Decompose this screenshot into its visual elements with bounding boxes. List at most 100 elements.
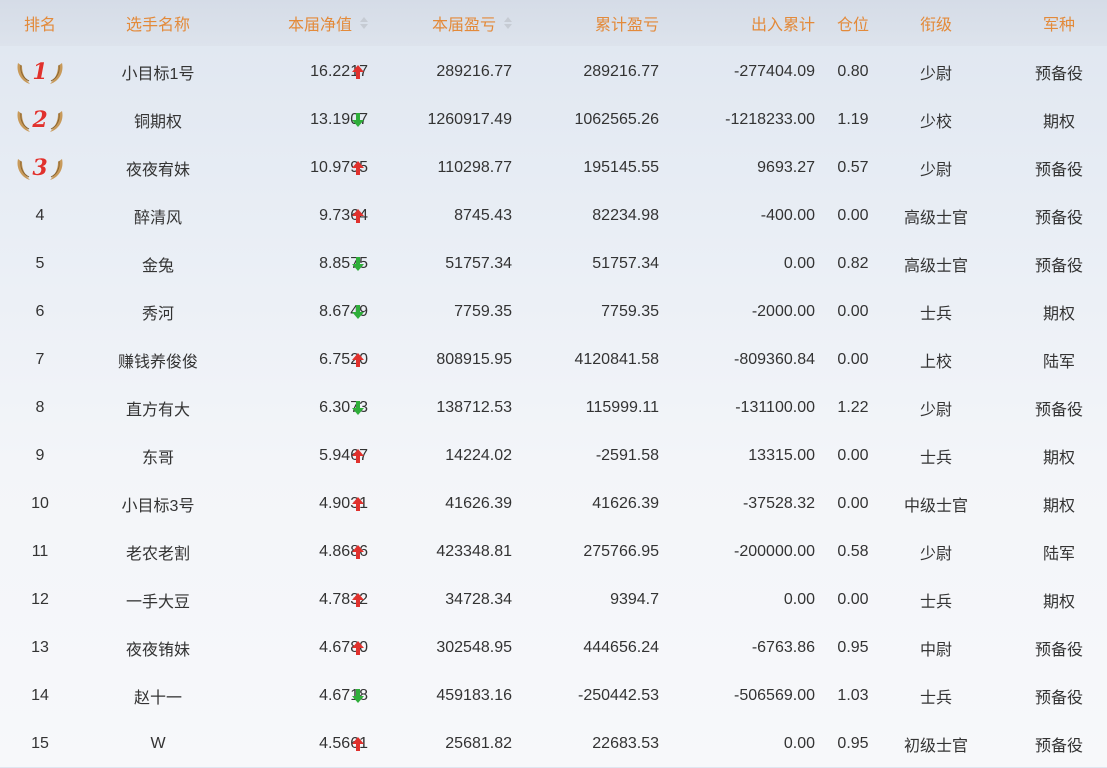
rank-cell: 12	[31, 591, 49, 608]
header-pnl[interactable]: 本届盈亏	[380, 0, 512, 46]
table-row[interactable]: 12 一手大豆 4.7832 34728.34 9394.7 0.00 0.00 士兵 期权	[0, 576, 1107, 624]
position-value: 0.00	[837, 351, 869, 368]
table-row[interactable]: 3 夜夜宥妹 10.9795 110298.77 195145.55 9693.27 0.5…	[0, 144, 1107, 192]
arrow-up-icon	[346, 432, 370, 480]
table-row[interactable]: 6 秀河 8.6749 7759.35 7759.35 -2000.00 0.00 士兵 期权	[0, 288, 1107, 336]
player-name[interactable]: 老农老割	[80, 528, 236, 576]
flow-value: 0.00	[783, 591, 815, 608]
header-pnl-label: 本届盈亏	[431, 17, 496, 34]
rank-cell: 3	[0, 144, 80, 192]
player-name[interactable]: 直方有大	[80, 384, 236, 432]
header-cumulative: 累计盈亏	[594, 17, 659, 34]
flow-value: 0.00	[783, 255, 815, 272]
pnl-value: 7759.35	[454, 303, 512, 320]
rank-title-value: 少尉	[919, 162, 952, 179]
position-value: 0.00	[837, 447, 869, 464]
flow-value: 13315.00	[748, 447, 815, 464]
player-name[interactable]: 秀河	[80, 288, 236, 336]
header-flow: 出入累计	[750, 17, 815, 34]
arm-value: 预备役	[1034, 210, 1083, 227]
rank-title-value: 初级士官	[903, 738, 968, 755]
arrow-up-icon	[346, 192, 370, 240]
arm-value: 预备役	[1034, 690, 1083, 707]
position-value: 0.00	[837, 207, 869, 224]
table-row[interactable]: 4 醉清风 9.7364 8745.43 82234.98 -400.00 0.00 高级士官…	[0, 192, 1107, 240]
rank-title-value: 士兵	[919, 594, 952, 611]
cumulative-value: 82234.98	[592, 207, 659, 224]
rank-cell: 14	[31, 687, 49, 704]
table-row[interactable]: 7 赚钱养俊俊 6.7520 808915.95 4120841.58 -809360.8…	[0, 336, 1107, 384]
arm-value: 预备役	[1034, 642, 1083, 659]
sort-icon[interactable]	[504, 17, 512, 29]
pnl-value: 302548.95	[436, 639, 512, 656]
pnl-value: 808915.95	[436, 351, 512, 368]
arrow-down-icon	[346, 288, 370, 336]
rank-cell: 13	[31, 639, 49, 656]
header-nav-label: 本届净值	[287, 17, 352, 34]
table-row[interactable]: 13 夜夜铕妹 4.6780 302548.95 444656.24 -6763.86 0.…	[0, 624, 1107, 672]
player-name[interactable]: 小目标1号	[80, 48, 236, 96]
rank-title-value: 高级士官	[903, 258, 968, 275]
cumulative-value: 7759.35	[601, 303, 659, 320]
pnl-value: 14224.02	[445, 447, 512, 464]
position-value: 0.00	[837, 303, 869, 320]
position-value: 1.19	[837, 111, 869, 128]
flow-value: -277404.09	[734, 63, 815, 80]
header-position: 仓位	[836, 17, 869, 34]
rank-cell: 10	[31, 495, 49, 512]
medal-icon: 1	[14, 57, 66, 87]
arm-value: 期权	[1042, 114, 1075, 131]
rank-cell: 15	[31, 735, 49, 752]
flow-value: 9693.27	[757, 159, 815, 176]
position-value: 0.95	[837, 639, 869, 656]
arrow-up-icon	[346, 528, 370, 576]
table-row[interactable]: 9 东哥 5.9467 14224.02 -2591.58 13315.00 0.00 士兵期…	[0, 432, 1107, 480]
player-name[interactable]: 醉清风	[80, 192, 236, 240]
position-value: 0.00	[837, 495, 869, 512]
medal-icon: 3	[14, 153, 66, 183]
arm-value: 预备役	[1034, 402, 1083, 419]
medal-rank-number: 2	[32, 107, 48, 133]
rank-title-value: 少尉	[919, 402, 952, 419]
sort-icon[interactable]	[360, 17, 368, 29]
player-name[interactable]: 东哥	[80, 432, 236, 480]
rank-title-value: 士兵	[919, 450, 952, 467]
table-row[interactable]: 2 铜期权 13.1907 1260917.49 1062565.26 -1218233.…	[0, 96, 1107, 144]
player-name[interactable]: 夜夜铕妹	[80, 624, 236, 672]
table-row[interactable]: 10 小目标3号 4.9031 41626.39 41626.39 -37528.32 0.…	[0, 480, 1107, 528]
rank-cell: 5	[35, 255, 45, 272]
player-name[interactable]: 赚钱养俊俊	[80, 336, 236, 384]
table-row[interactable]: 14 赵十一 4.6718 459183.16 -250442.53 -506569.00…	[0, 672, 1107, 720]
cumulative-value: -250442.53	[578, 687, 659, 704]
player-name[interactable]: 一手大豆	[80, 576, 236, 624]
header-nav[interactable]: 本届净值	[236, 0, 368, 46]
arrow-up-icon	[346, 336, 370, 384]
pnl-value: 8745.43	[454, 207, 512, 224]
arrow-up-icon	[346, 144, 370, 192]
arm-value: 陆军	[1042, 354, 1075, 371]
table-row[interactable]: 8 直方有大 6.3073 138712.53 115999.11 -131100.00 1…	[0, 384, 1107, 432]
rank-title-value: 少校	[919, 114, 952, 131]
player-name[interactable]: W	[80, 720, 236, 768]
table-row[interactable]: 15 W 4.5661 25681.82 22683.53 0.00 0.95 初级士官 预备役	[0, 720, 1107, 768]
table-row[interactable]: 1 小目标1号 16.2217 289216.77 289216.77 -277404.0…	[0, 48, 1107, 96]
arm-value: 预备役	[1034, 162, 1083, 179]
player-name[interactable]: 小目标3号	[80, 480, 236, 528]
player-name[interactable]: 赵十一	[80, 672, 236, 720]
table-row[interactable]: 11 老农老割 4.8686 423348.81 275766.95 -200000.00…	[0, 528, 1107, 576]
position-value: 0.58	[837, 543, 869, 560]
position-value: 0.95	[837, 735, 869, 752]
player-name[interactable]: 金兔	[80, 240, 236, 288]
player-name[interactable]: 夜夜宥妹	[80, 144, 236, 192]
flow-value: -37528.32	[742, 495, 815, 512]
cumulative-value: 41626.39	[592, 495, 659, 512]
rank-title-value: 上校	[919, 354, 952, 371]
flow-value: -1218233.00	[725, 111, 815, 128]
rank-cell: 8	[35, 399, 45, 416]
player-name[interactable]: 铜期权	[80, 96, 236, 144]
arrow-down-icon	[346, 672, 370, 720]
rank-cell: 11	[31, 543, 49, 560]
rank-title-value: 士兵	[919, 306, 952, 323]
table-row[interactable]: 5 金兔 8.8575 51757.34 51757.34 0.00 0.82 高级士官 预备役	[0, 240, 1107, 288]
pnl-value: 1260917.49	[427, 111, 512, 128]
